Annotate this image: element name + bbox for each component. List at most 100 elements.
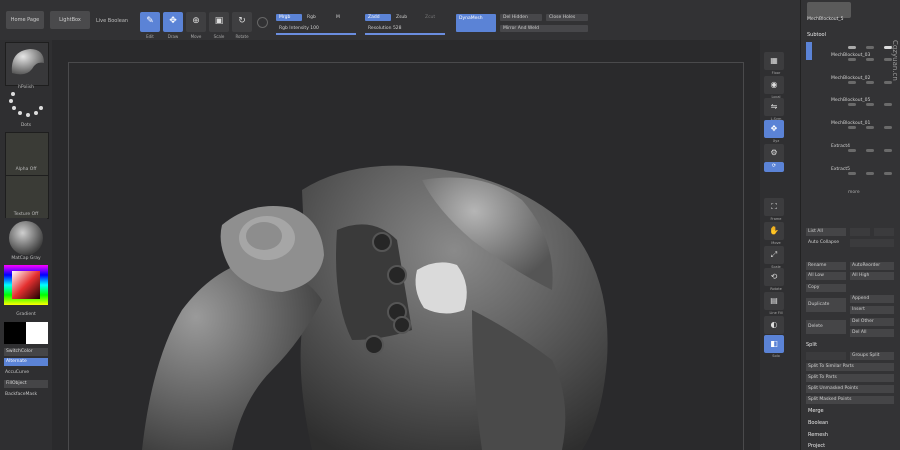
mirror-and-weld-button[interactable]: Mirror And Weld xyxy=(500,25,588,32)
viewport-canvas[interactable] xyxy=(52,40,760,450)
rgb-button[interactable]: Rgb xyxy=(304,14,328,21)
local-icon[interactable]: ◉ xyxy=(764,76,784,94)
move-label: Move xyxy=(190,34,202,39)
del-hidden-button[interactable]: Del Hidden xyxy=(500,14,542,21)
resolution-track[interactable] xyxy=(365,33,445,35)
stroke-label: Dots xyxy=(20,123,32,128)
rotate-icon[interactable]: ↻ Rotate xyxy=(232,12,252,39)
dynamesh-button[interactable]: DynaMesh xyxy=(456,14,496,32)
insert-button[interactable]: Insert xyxy=(850,306,894,314)
list-down-button[interactable] xyxy=(874,228,894,236)
move-icon[interactable]: ⊕ Move xyxy=(186,12,206,39)
zcut-button[interactable]: Zcut xyxy=(422,14,444,21)
rotate-axis-icon[interactable]: ⚙ xyxy=(764,144,784,162)
autoreorder-button[interactable]: AutoReorder xyxy=(850,262,894,270)
solo-icon[interactable]: ◧ xyxy=(764,335,784,353)
subtool-title: Subtool xyxy=(807,32,826,38)
duplicate-button[interactable]: Duplicate xyxy=(806,298,846,312)
zadd-button[interactable]: Zadd xyxy=(365,14,391,21)
brush-sphere-icon xyxy=(11,49,44,75)
auto-collapse-toggle[interactable]: Auto Collapse xyxy=(806,239,846,247)
split-title[interactable]: Split xyxy=(806,342,817,348)
edit-icon[interactable]: ✎ Edit xyxy=(140,12,160,39)
subtool-toggle-icons[interactable] xyxy=(840,149,896,152)
mrgb-button[interactable]: Mrgb xyxy=(276,14,302,21)
color-swatch-icon[interactable] xyxy=(257,17,268,28)
subtool-more[interactable]: more xyxy=(848,190,860,195)
rgb-intensity-track[interactable] xyxy=(276,33,356,35)
backface-mask-toggle[interactable]: BackfaceMask xyxy=(5,392,37,397)
all-low-button[interactable]: All Low xyxy=(806,272,846,280)
brush-thumbnail[interactable] xyxy=(5,42,49,86)
project-section[interactable]: Project xyxy=(808,443,825,449)
subtool-row[interactable]: MechBlockout_01 xyxy=(826,121,896,130)
transparency-icon[interactable]: ◐ xyxy=(764,316,784,334)
linefill-label: Line Fill xyxy=(769,311,783,315)
split-hidden-button[interactable] xyxy=(806,352,846,360)
list-up-button[interactable] xyxy=(850,228,870,236)
lightbox-button[interactable]: LightBox xyxy=(50,11,90,29)
subtool-row[interactable]: Extract4 xyxy=(826,144,896,153)
material-thumbnail[interactable] xyxy=(5,218,47,260)
move-view-icon[interactable]: ✋ xyxy=(764,222,784,240)
floor-icon[interactable]: ▦ xyxy=(764,52,784,70)
switch-color-button[interactable]: SwitchColor xyxy=(4,348,48,356)
edit-label: Edit xyxy=(146,34,154,39)
remesh-section[interactable]: Remesh xyxy=(808,432,828,438)
fill-object-button[interactable]: FillObject xyxy=(4,380,48,388)
rotate-view-icon[interactable]: ⟲ xyxy=(764,268,784,286)
m-button[interactable]: M xyxy=(333,14,345,21)
append-button[interactable]: Append xyxy=(850,295,894,303)
scale-icon[interactable]: ▣ Scale xyxy=(209,12,229,39)
subtool-toggle-icons[interactable] xyxy=(840,126,896,129)
copy-button[interactable]: Copy xyxy=(806,284,846,292)
rot-toggle[interactable]: ⟳ xyxy=(764,162,784,172)
split-unmasked-button[interactable]: Split Unmasked Points xyxy=(806,385,894,393)
split-similar-parts-button[interactable]: Split To Similar Parts xyxy=(806,363,894,371)
texture-label: Texture Off xyxy=(13,212,39,217)
polyframe-icon[interactable]: ▤ xyxy=(764,292,784,310)
primary-color-swatch[interactable] xyxy=(4,322,26,344)
delete-button[interactable]: Delete xyxy=(806,320,846,334)
subtool-row[interactable]: Extract5 xyxy=(826,167,896,176)
list-all-button[interactable]: List All xyxy=(806,228,846,236)
merge-section[interactable]: Merge xyxy=(808,408,824,414)
groups-split-button[interactable]: Groups Split xyxy=(850,352,894,360)
alternate-button[interactable]: Alternate xyxy=(4,358,48,366)
xyz-label: Xyz xyxy=(772,139,780,143)
all-high-button[interactable]: All High xyxy=(850,272,894,280)
resolution-slider[interactable]: Resolution 528 xyxy=(365,25,445,32)
frame-icon[interactable]: ⛶ xyxy=(764,198,784,216)
color-picker-icon xyxy=(4,265,48,305)
scale-view-icon[interactable]: ⤢ xyxy=(764,246,784,264)
secondary-color-swatch[interactable] xyxy=(26,322,48,344)
color-picker[interactable] xyxy=(4,265,48,305)
close-holes-button[interactable]: Close Holes xyxy=(546,14,588,21)
accucurve-toggle[interactable]: AccuCurve xyxy=(5,370,29,375)
rotate-view-label: Rotate xyxy=(770,287,782,291)
collapse-toggle[interactable] xyxy=(850,239,894,247)
draw-icon[interactable]: ✥ Draw xyxy=(163,12,183,39)
live-boolean-button[interactable]: Live Boolean xyxy=(96,18,128,24)
lsym-icon[interactable]: ⇋ xyxy=(764,98,784,116)
subtool-selected-marker xyxy=(806,42,812,60)
rename-button[interactable]: Rename xyxy=(806,262,846,270)
zsub-button[interactable]: Zsub xyxy=(393,14,417,21)
right-shelf: ▦ Floor ◉ Local ⇋ L.Sym ✥ Xyz ⚙ Rot ⟳ ⛶ … xyxy=(760,40,800,450)
home-page-button[interactable]: Home Page xyxy=(6,11,44,29)
gradient-label: Gradient xyxy=(16,312,36,317)
rgb-intensity-slider[interactable]: Rgb Intensity 100 xyxy=(276,25,356,32)
alpha-label: Alpha Off xyxy=(15,167,37,172)
current-tool-thumbnail[interactable] xyxy=(807,2,851,18)
boolean-section[interactable]: Boolean xyxy=(808,420,828,426)
floor-label: Floor xyxy=(771,71,781,75)
del-other-button[interactable]: Del Other xyxy=(850,318,894,326)
current-tool-name: MechBlockout_5 xyxy=(807,17,844,22)
dots-stroke-icon xyxy=(9,92,43,117)
subtool-toggle-icons[interactable] xyxy=(840,172,896,175)
left-shelf: hPolish Dots Alpha Off Texture Off MatCa… xyxy=(0,40,52,450)
split-parts-button[interactable]: Split To Parts xyxy=(806,374,894,382)
split-masked-button[interactable]: Split Masked Points xyxy=(806,396,894,404)
del-all-button[interactable]: Del All xyxy=(850,329,894,337)
xyz-icon[interactable]: ✥ xyxy=(764,120,784,138)
